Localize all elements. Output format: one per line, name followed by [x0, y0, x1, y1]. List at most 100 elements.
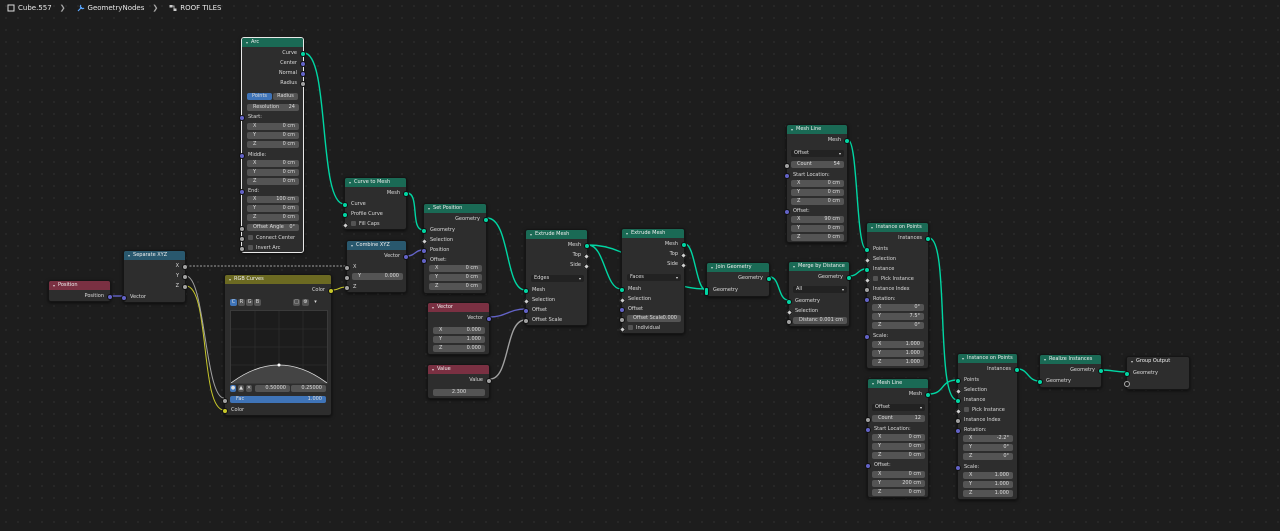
middle-x-field[interactable]: X0 cm [247, 160, 299, 167]
fill-caps-checkbox[interactable]: Fill Caps [351, 220, 380, 228]
start-x-field[interactable]: X0 cm [872, 434, 925, 441]
socket-geometry-out[interactable] [766, 276, 772, 282]
socket-mesh[interactable] [925, 392, 931, 398]
socket-instances[interactable] [1014, 367, 1020, 373]
scale-z-field[interactable]: Z 1.000 [963, 490, 1013, 497]
offset-z-field[interactable]: Z0 cm [429, 283, 482, 290]
curve-graph[interactable] [230, 311, 328, 384]
start-z-field[interactable]: Z0 cm [247, 141, 299, 148]
zoom-icon[interactable]: □ [293, 299, 300, 306]
socket-connect-center[interactable] [239, 236, 245, 242]
node-header[interactable]: ▾ Combine XYZ [347, 241, 406, 250]
socket-end[interactable] [239, 189, 245, 195]
node-curve-to-mesh[interactable]: ▾ Curve to Mesh Mesh Curve Profile Curve … [341, 177, 409, 230]
collapse-icon[interactable]: ▾ [432, 303, 434, 312]
collapse-icon[interactable]: ▾ [711, 263, 713, 272]
socket-curve[interactable] [342, 202, 348, 208]
socket-invert-arc[interactable] [239, 246, 245, 252]
socket-points[interactable] [955, 378, 961, 384]
socket-scale[interactable] [955, 465, 961, 471]
socket-offset-scale[interactable] [523, 318, 529, 324]
socket-instance[interactable] [864, 267, 870, 273]
socket-geometry-out[interactable] [1098, 368, 1104, 374]
node-set-position[interactable]: ▾ Set Position Geometry Geometry Selectio… [420, 203, 489, 294]
collapse-icon[interactable]: ▾ [53, 281, 55, 290]
handle-vector-icon[interactable]: ▲ [238, 385, 244, 392]
mode-dropdown[interactable]: Faces ▾ [627, 274, 681, 281]
node-header[interactable]: ▾ Arc [242, 38, 303, 47]
socket-center[interactable] [300, 61, 306, 67]
socket-count[interactable] [784, 163, 790, 169]
delete-point-icon[interactable]: ✕ [246, 385, 252, 392]
socket-vector[interactable] [121, 295, 127, 301]
individual-checkbox[interactable]: Individual [628, 324, 660, 332]
node-mesh-line-2[interactable]: ▾ Mesh Line Mesh Offset ▾ Count 12 Start Lo… [865, 378, 931, 498]
node-header[interactable]: ▾ Mesh Line [868, 379, 928, 388]
collapse-icon[interactable]: ▾ [229, 275, 231, 284]
count-field[interactable]: Count 12 [872, 415, 925, 422]
socket-selection[interactable] [618, 296, 627, 305]
socket-selection[interactable] [522, 297, 531, 306]
socket-mesh[interactable] [844, 138, 850, 144]
collapse-icon[interactable]: ▾ [793, 262, 795, 271]
node-header[interactable]: ▾ Extrude Mesh [622, 229, 684, 238]
collapse-icon[interactable]: ▾ [428, 204, 430, 213]
settings-icon[interactable]: ⚙ [302, 299, 309, 306]
offset-angle-field[interactable]: Offset Angle 0° [247, 224, 299, 231]
socket-distance[interactable] [786, 319, 792, 325]
channel-b-button[interactable]: B [254, 299, 261, 306]
mode-dropdown[interactable]: All ▾ [793, 286, 847, 293]
node-value[interactable]: ▾ Value Value 2.300 [427, 364, 492, 399]
socket-offset[interactable] [523, 308, 529, 314]
scale-y-field[interactable]: Y 1.000 [872, 350, 924, 357]
socket-mesh-in[interactable] [523, 288, 529, 294]
resolution-field[interactable]: Resolution 24 [247, 104, 299, 111]
socket-vector[interactable] [486, 316, 492, 322]
connect-center-checkbox[interactable]: Connect Center [248, 234, 295, 242]
collapse-icon[interactable]: ▾ [962, 354, 964, 363]
offset-y-field[interactable]: Y 200 cm [872, 480, 925, 487]
socket-pick-instance[interactable] [954, 407, 963, 416]
end-y-field[interactable]: Y0 cm [247, 205, 299, 212]
mode-radius-button[interactable]: Radius [273, 93, 298, 100]
distance-field[interactable]: Distanc 0.001 cm [793, 317, 847, 324]
rotation-z-field[interactable]: Z 0° [872, 322, 924, 329]
mode-dropdown[interactable]: Offset ▾ [872, 404, 925, 411]
node-arc[interactable]: ▾ Arc Curve Center Normal Radius Points R… [239, 37, 306, 253]
count-field[interactable]: Count 54 [791, 161, 844, 168]
rotation-x-field[interactable]: X -2.2° [963, 435, 1013, 442]
collapse-icon[interactable]: ▾ [1131, 357, 1133, 366]
offset-y-field[interactable]: Y0 cm [791, 225, 844, 232]
socket-value[interactable] [486, 378, 492, 384]
node-separate-xyz[interactable]: ▾ Separate XYZ X Y Z Vector [121, 250, 188, 303]
offset-z-field[interactable]: Z0 cm [791, 234, 844, 241]
socket-offset-scale[interactable] [619, 317, 625, 323]
handle-auto-icon[interactable]: ● [230, 385, 236, 392]
rotation-z-field[interactable]: Z 0° [963, 453, 1013, 460]
socket-geometry-multi[interactable] [704, 287, 709, 296]
socket-rotation[interactable] [955, 428, 961, 434]
scale-z-field[interactable]: Z 1.000 [872, 359, 924, 366]
node-merge-by-distance[interactable]: ▾ Merge by Distance Geometry All ▾ Geometr… [785, 261, 852, 327]
collapse-icon[interactable]: ▾ [1044, 355, 1046, 364]
socket-start-location[interactable] [784, 173, 790, 179]
socket-instance[interactable] [955, 398, 961, 404]
node-extrude-mesh-1[interactable]: ▾ Extrude Mesh Mesh Top Side Edges ▾ Mesh … [522, 229, 591, 326]
socket-geometry-in[interactable] [1037, 379, 1043, 385]
node-group-output[interactable]: ▾ Group Output Geometry [1124, 356, 1190, 390]
collapse-icon[interactable]: ▾ [246, 38, 248, 47]
socket-selection[interactable] [785, 308, 794, 317]
collapse-icon[interactable]: ▾ [626, 229, 628, 238]
socket-selection[interactable] [863, 256, 872, 265]
socket-selection[interactable] [420, 237, 429, 246]
socket-profile-curve[interactable] [342, 212, 348, 218]
node-join-geometry[interactable]: ▾ Join Geometry Geometry Geometry [704, 262, 772, 297]
collapse-icon[interactable]: ▾ [128, 251, 130, 260]
socket-geometry-in[interactable] [1124, 371, 1130, 377]
node-rgb-curves[interactable]: ▾ RGB Curves Color C R G B □ ⚙ ▾ ● ▲ ✕ 0.… [222, 274, 334, 416]
socket-instance-index[interactable] [864, 287, 870, 293]
socket-vector[interactable] [403, 254, 409, 260]
vector-z-field[interactable]: Z 0.000 [433, 345, 485, 352]
socket-y[interactable] [182, 274, 188, 280]
socket-pick-instance[interactable] [863, 276, 872, 285]
